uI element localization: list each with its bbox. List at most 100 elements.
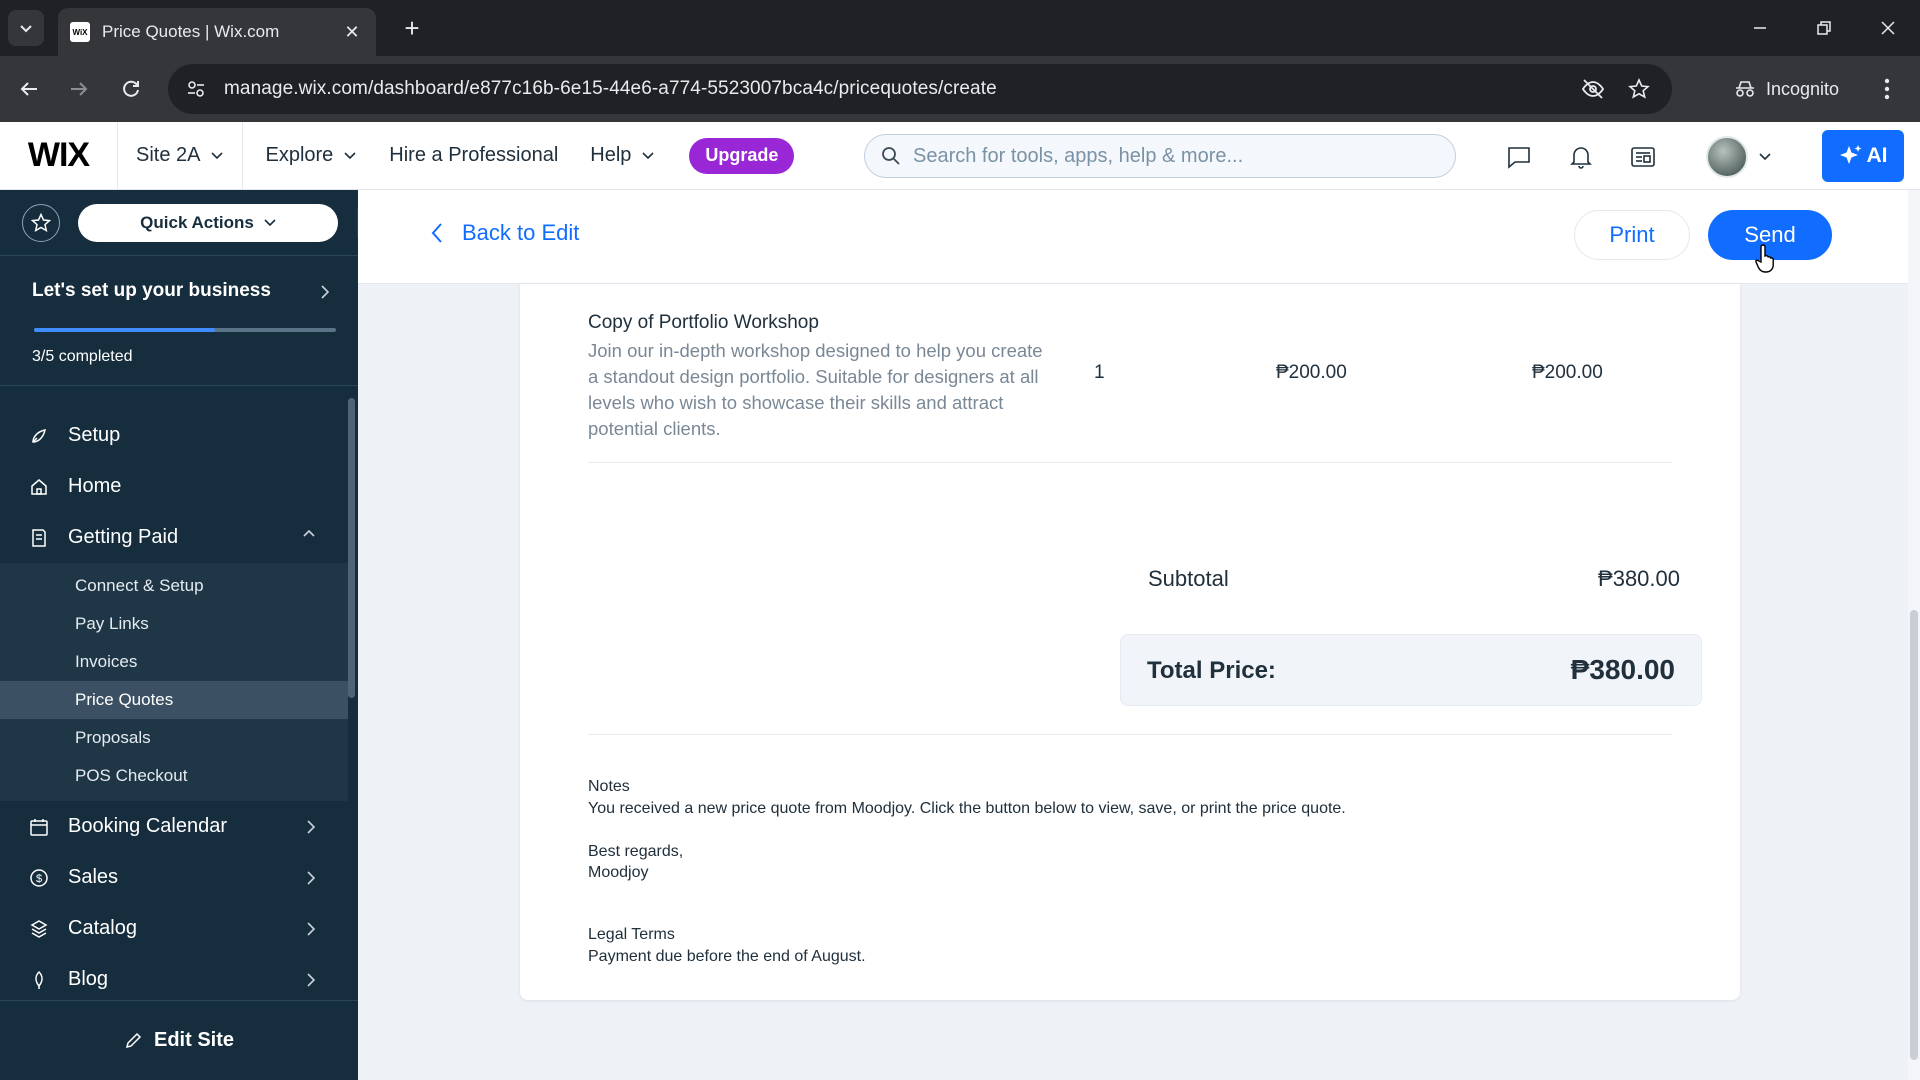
restore-icon	[1817, 21, 1831, 35]
edit-site-button[interactable]: Edit Site	[0, 1000, 358, 1080]
browser-address-bar: manage.wix.com/dashboard/e877c16b-6e15-4…	[0, 56, 1920, 122]
sidebar-item-label: Sales	[68, 866, 119, 888]
chevron-right-icon	[307, 973, 316, 987]
pencil-icon	[125, 1032, 142, 1048]
forward-nav-button[interactable]	[62, 72, 96, 106]
wix-top-bar: WIX Site 2A Explore Hire a Professional …	[0, 121, 1920, 190]
news-icon[interactable]	[1626, 140, 1660, 174]
site-settings-icon[interactable]	[186, 79, 206, 99]
hire-professional-link[interactable]: Hire a Professional	[373, 144, 574, 167]
dollar-icon: $	[28, 867, 50, 889]
sidebar-item-price-quotes[interactable]: Price Quotes	[0, 681, 348, 719]
sidebar-item-proposals[interactable]: Proposals	[0, 719, 348, 757]
quick-actions-row: Quick Actions	[0, 190, 358, 256]
dashboard-search[interactable]	[864, 134, 1456, 178]
price-quote-card: Copy of Portfolio Workshop Join our in-d…	[520, 284, 1740, 1000]
tab-search-button[interactable]	[8, 10, 44, 46]
setup-title: Let's set up your business	[32, 280, 271, 301]
getting-paid-submenu: Connect & Setup Pay Links Invoices Price…	[0, 563, 348, 801]
chevron-right-icon	[307, 922, 316, 936]
minimize-icon	[1754, 27, 1766, 29]
browser-menu-button[interactable]	[1870, 72, 1904, 106]
receipt-icon	[28, 527, 50, 549]
svg-text:$: $	[36, 873, 42, 885]
sidebar-item-label: Booking Calendar	[68, 815, 227, 837]
minimize-button[interactable]	[1728, 0, 1792, 56]
page-scrollbar[interactable]	[1908, 190, 1920, 1080]
wix-logo[interactable]: WIX	[0, 121, 118, 190]
back-to-edit-link[interactable]: Back to Edit	[430, 220, 579, 246]
sidebar-item-pos-checkout[interactable]: POS Checkout	[0, 757, 348, 795]
sidebar-item-connect-setup[interactable]: Connect & Setup	[0, 567, 348, 605]
quick-actions-button[interactable]: Quick Actions	[78, 203, 338, 242]
site-selector[interactable]: Site 2A	[118, 121, 244, 190]
notes-text: You received a new price quote from Mood…	[588, 800, 1346, 817]
eye-off-icon[interactable]	[1578, 74, 1608, 104]
line-item-name: Copy of Portfolio Workshop	[588, 312, 819, 333]
quick-actions-label: Quick Actions	[140, 212, 254, 232]
arrow-right-icon	[71, 82, 88, 96]
wix-favicon-icon: WiX	[70, 22, 90, 42]
main-content: Back to Edit Print Send Copy of Portfoli…	[358, 190, 1920, 1080]
setup-progress-text: 3/5 completed	[32, 348, 133, 365]
sidebar-item-label: Home	[68, 475, 122, 497]
help-menu[interactable]: Help	[574, 144, 671, 167]
browser-tab[interactable]: WiX Price Quotes | Wix.com ✕	[58, 8, 376, 56]
help-label: Help	[590, 144, 632, 166]
total-price-box: Total Price: ₱380.00	[1120, 634, 1702, 706]
ai-assistant-button[interactable]: AI	[1822, 130, 1904, 182]
chevron-right-icon	[307, 871, 316, 885]
new-tab-button[interactable]: +	[396, 12, 428, 44]
upgrade-button[interactable]: Upgrade	[689, 137, 795, 174]
print-button[interactable]: Print	[1574, 210, 1690, 260]
sidebar-item-pay-links[interactable]: Pay Links	[0, 605, 348, 643]
restore-button[interactable]	[1792, 0, 1856, 56]
url-bar[interactable]: manage.wix.com/dashboard/e877c16b-6e15-4…	[168, 64, 1672, 114]
sidebar-item-booking-calendar[interactable]: Booking Calendar	[0, 801, 348, 852]
avatar	[1706, 136, 1748, 178]
catalog-icon	[28, 918, 50, 940]
incognito-indicator[interactable]: Incognito	[1720, 68, 1853, 110]
close-window-button[interactable]	[1856, 0, 1920, 56]
setup-business-card[interactable]: Let's set up your business	[0, 256, 358, 386]
sidebar-item-catalog[interactable]: Catalog	[0, 903, 348, 954]
reload-button[interactable]	[114, 72, 148, 106]
signature-block: Best regards, Moodjoy	[588, 841, 683, 883]
bell-icon[interactable]	[1564, 140, 1598, 174]
sidebar-item-label: Blog	[68, 968, 109, 990]
page-scrollbar-thumb[interactable]	[1910, 610, 1918, 1060]
sidebar-scrollbar[interactable]	[348, 398, 355, 698]
back-nav-button[interactable]	[12, 72, 46, 106]
site-name: Site 2A	[136, 144, 201, 166]
total-price-value: ₱380.00	[1570, 654, 1675, 685]
sidebar-item-blog[interactable]: Blog	[0, 954, 348, 1005]
legal-terms-text: Payment due before the end of August.	[588, 948, 866, 965]
chevron-down-icon	[1759, 153, 1771, 161]
divider	[588, 462, 1672, 463]
subtotal-value: ₱380.00	[1598, 566, 1680, 591]
arrow-left-icon	[20, 82, 37, 96]
line-item-price: ₱200.00	[1276, 362, 1347, 383]
search-input[interactable]	[913, 144, 1439, 168]
sidebar-item-sales[interactable]: $ Sales	[0, 852, 348, 903]
sidebar-item-getting-paid[interactable]: Getting Paid	[0, 512, 348, 563]
account-menu[interactable]	[1706, 136, 1772, 178]
sidebar-item-label: Setup	[68, 424, 121, 446]
star-icon	[31, 212, 51, 232]
window-controls	[1728, 0, 1920, 56]
home-icon	[28, 476, 50, 498]
bookmark-star-icon[interactable]	[1624, 74, 1654, 104]
sidebar-item-home[interactable]: Home	[0, 461, 348, 512]
subtotal-label: Subtotal	[1148, 566, 1229, 591]
rocket-icon	[28, 425, 50, 447]
favorites-star-button[interactable]	[22, 203, 60, 242]
incognito-label: Incognito	[1766, 78, 1840, 99]
close-tab-icon[interactable]: ✕	[340, 22, 364, 43]
line-item-total: ₱200.00	[1532, 362, 1603, 383]
chevron-down-icon	[642, 151, 654, 159]
sidebar-item-invoices[interactable]: Invoices	[0, 643, 348, 681]
sidebar-item-setup[interactable]: Setup	[0, 410, 348, 461]
tab-title: Price Quotes | Wix.com	[102, 22, 280, 41]
explore-menu[interactable]: Explore	[249, 144, 373, 167]
chat-icon[interactable]	[1502, 140, 1536, 174]
